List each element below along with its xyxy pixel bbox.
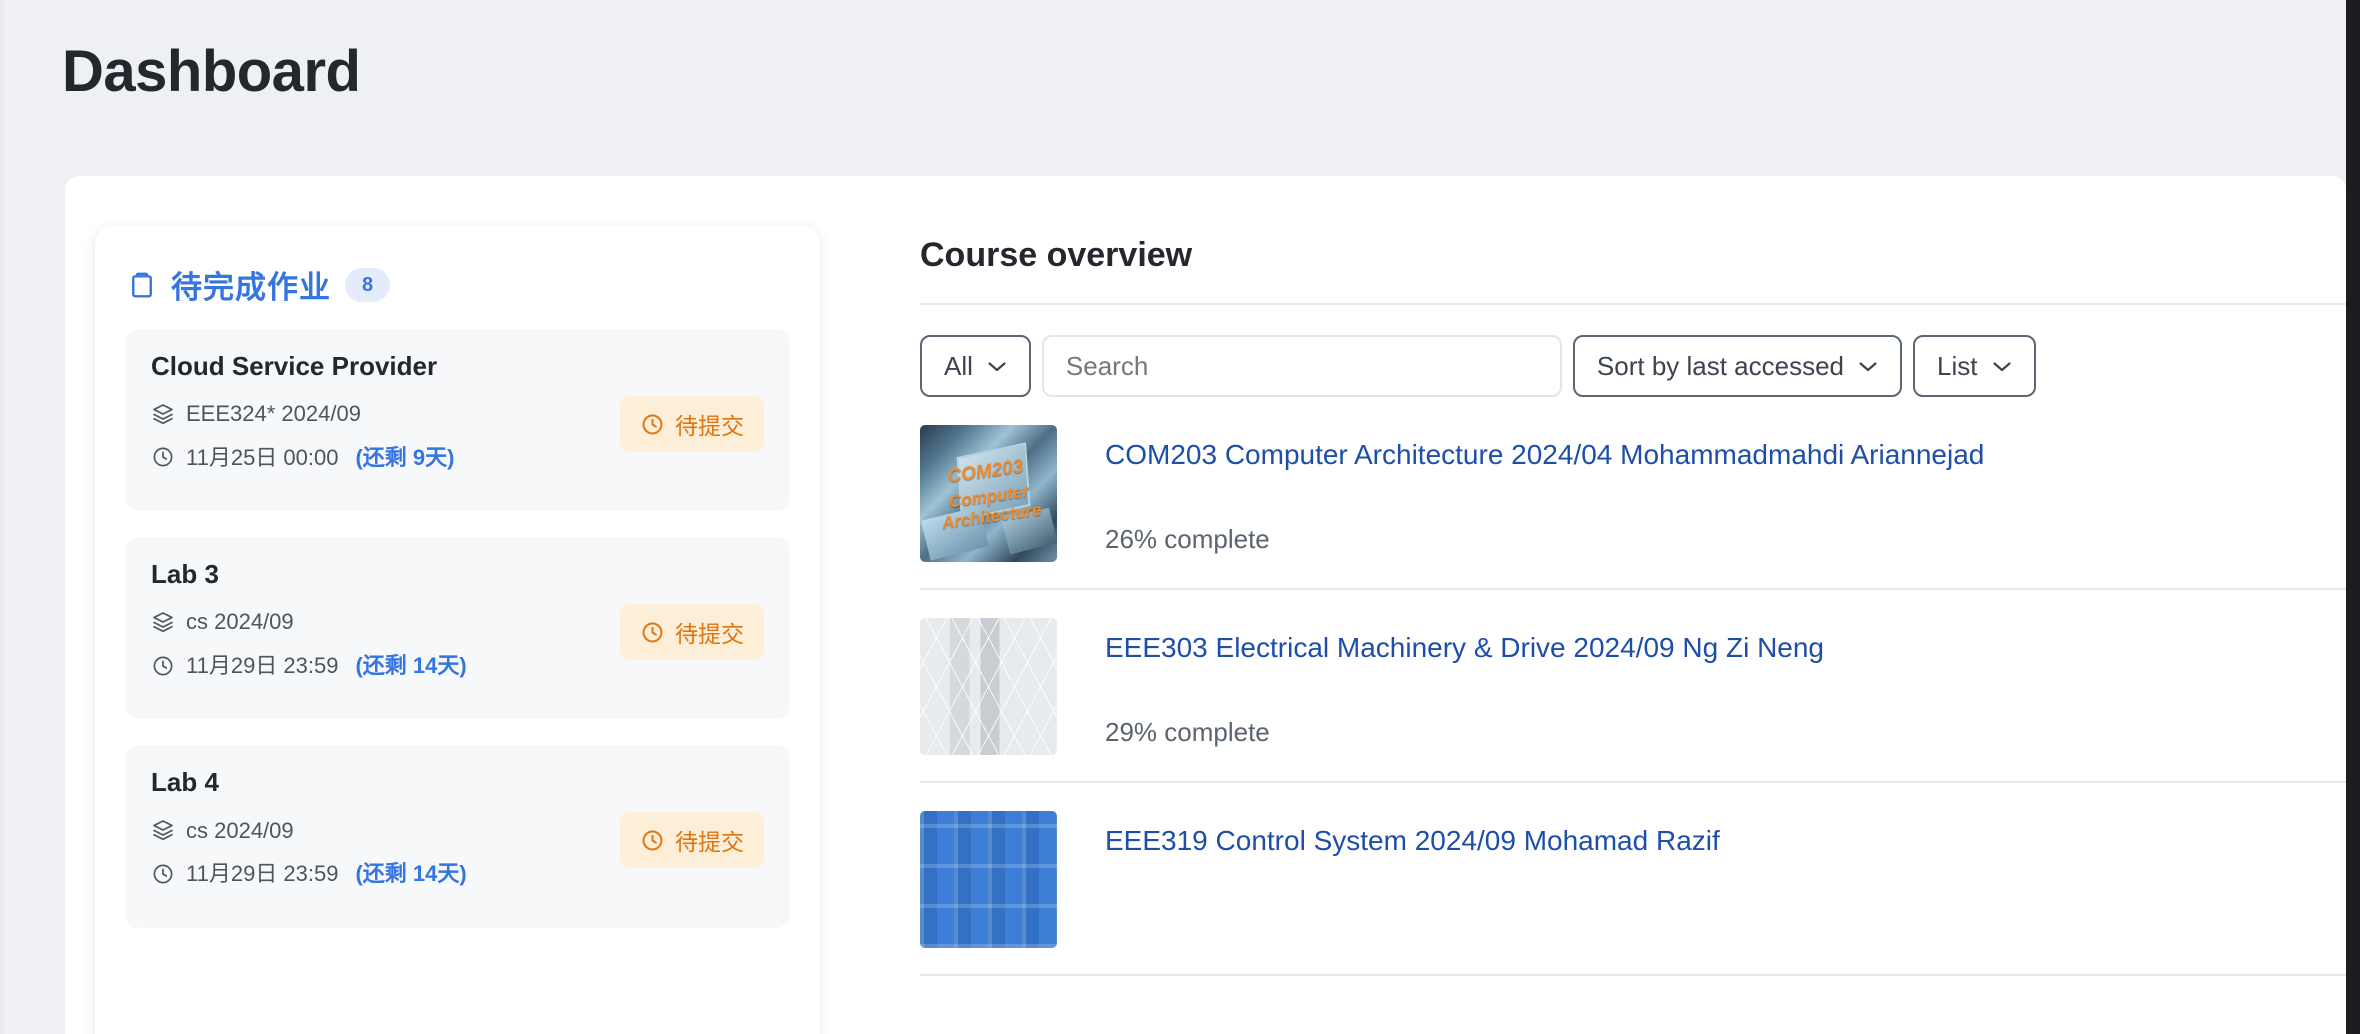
assignment-remaining-days: (还剩 9天) <box>355 444 455 470</box>
assignment-course-name: cs 2024/09 <box>186 817 294 843</box>
clock-icon <box>151 654 175 678</box>
layers-icon <box>151 818 175 842</box>
filter-dropdown[interactable]: All <box>920 335 1031 397</box>
course-details: COM203 Computer Architecture 2024/04 Moh… <box>1105 425 2346 555</box>
assignment-status-label: 待提交 <box>675 829 744 856</box>
course-details: EEE319 Control System 2024/09 Mohamad Ra… <box>1105 811 2346 910</box>
assignment-status-badge: 待提交 <box>620 604 764 661</box>
course-thumbnail-image <box>920 618 1057 755</box>
layers-icon <box>151 402 175 426</box>
course-overview-section: Course overview All Sort by last accesse… <box>855 226 2346 1034</box>
assignment-status-badge: 待提交 <box>620 812 764 869</box>
upcoming-assignments-header: 待完成作业 8 <box>125 252 790 307</box>
search-input[interactable] <box>1065 350 1538 382</box>
right-edge-strip <box>2346 0 2360 1034</box>
assignment-remaining-days: (还剩 14天) <box>355 861 467 887</box>
layers-icon <box>151 610 175 634</box>
left-edge-strip <box>0 0 4 1034</box>
course-progress-text: 29% complete <box>1105 717 1270 747</box>
clock-icon <box>151 862 175 886</box>
clock-status-icon <box>640 620 665 645</box>
clock-icon <box>151 445 175 469</box>
assignment-card[interactable]: Cloud Service Provider EEE324* 2024/09 1… <box>125 329 790 512</box>
course-overview-toolbar: All Sort by last accessed List <box>855 305 2346 397</box>
course-list-item[interactable]: EEE303 Electrical Machinery & Drive 2024… <box>920 590 2346 783</box>
assignment-card[interactable]: Lab 4 cs 2024/09 11月29日 23:59 (还剩 14天) 待… <box>125 745 790 928</box>
assignment-title: Lab 4 <box>151 767 219 798</box>
view-mode-dropdown[interactable]: List <box>1913 335 2036 397</box>
assignment-status-badge: 待提交 <box>620 396 764 452</box>
page-title: Dashboard <box>62 39 361 104</box>
course-thumbnail-image <box>920 811 1057 948</box>
filter-dropdown-label: All <box>944 350 973 381</box>
assignment-card[interactable]: Lab 3 cs 2024/09 11月29日 23:59 (还剩 14天) 待… <box>125 537 790 720</box>
search-field-wrapper[interactable] <box>1041 335 1562 397</box>
course-thumbnail-name: Computer Architecture <box>940 480 1043 533</box>
clock-status-icon <box>640 828 665 853</box>
upcoming-assignments-count-badge: 8 <box>345 267 391 302</box>
clipboard-icon <box>127 270 157 300</box>
assignment-due-date: 11月29日 23:59 <box>186 861 339 887</box>
course-title-link[interactable]: COM203 Computer Architecture 2024/04 Moh… <box>1105 437 2346 472</box>
clock-status-icon <box>640 412 665 437</box>
course-overview-heading: Course overview <box>920 236 1193 274</box>
course-list-item[interactable]: EEE319 Control System 2024/09 Mohamad Ra… <box>920 783 2346 976</box>
chevron-down-icon <box>1858 360 1878 373</box>
assignment-title: Cloud Service Provider <box>151 351 438 381</box>
assignment-remaining-days: (还剩 14天) <box>355 652 467 678</box>
assignment-due-date: 11月25日 00:00 <box>186 444 339 470</box>
assignment-status-label: 待提交 <box>675 413 744 439</box>
course-thumbnail-image: COM203 Computer Architecture <box>920 425 1057 562</box>
chevron-down-icon <box>1992 360 2012 373</box>
course-title-link[interactable]: EEE319 Control System 2024/09 Mohamad Ra… <box>1105 823 2346 858</box>
chevron-down-icon <box>987 360 1007 373</box>
upcoming-assignments-title: 待完成作业 <box>171 270 331 305</box>
course-title-link[interactable]: EEE303 Electrical Machinery & Drive 2024… <box>1105 630 2346 665</box>
assignment-title: Lab 3 <box>151 559 219 590</box>
assignment-due-date: 11月29日 23:59 <box>186 652 339 678</box>
course-details: EEE303 Electrical Machinery & Drive 2024… <box>1105 618 2346 748</box>
sort-dropdown[interactable]: Sort by last accessed <box>1572 335 1903 397</box>
assignment-status-label: 待提交 <box>675 621 744 648</box>
assignment-course-name: cs 2024/09 <box>186 609 294 635</box>
assignment-course-name: EEE324* 2024/09 <box>186 401 361 427</box>
course-progress-text: 26% complete <box>1105 524 1270 554</box>
dashboard-surface: 待完成作业 8 Cloud Service Provider EEE324* 2… <box>65 176 2346 1034</box>
course-list-item[interactable]: COM203 Computer Architecture COM203 Comp… <box>920 397 2346 590</box>
view-mode-label: List <box>1937 350 1978 381</box>
upcoming-assignments-panel: 待完成作业 8 Cloud Service Provider EEE324* 2… <box>95 226 820 1034</box>
course-list: COM203 Computer Architecture COM203 Comp… <box>855 397 2346 976</box>
sort-dropdown-label: Sort by last accessed <box>1596 350 1845 381</box>
